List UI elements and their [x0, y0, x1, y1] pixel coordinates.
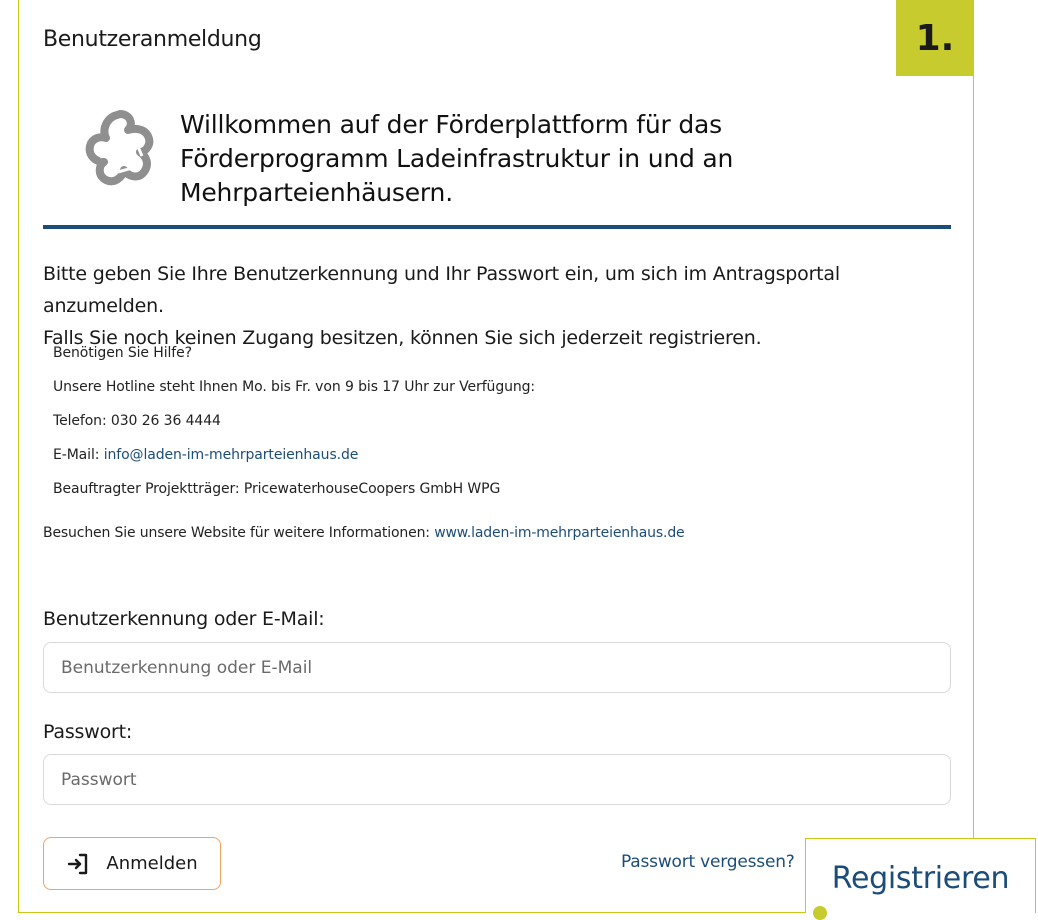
- intro-line-1: Bitte geben Sie Ihre Benutzerkennung und…: [43, 263, 840, 317]
- panel-title: Benutzeranmeldung: [43, 27, 262, 52]
- login-button-label: Anmelden: [106, 853, 198, 874]
- password-label: Passwort:: [43, 721, 133, 743]
- help-section: Benötigen Sie Hilfe? Unsere Hotline steh…: [53, 336, 933, 506]
- hotline-text: Unsere Hotline steht Ihnen Mo. bis Fr. v…: [53, 379, 536, 395]
- login-button[interactable]: Anmelden: [43, 837, 221, 890]
- email-line: E-Mail: info@laden-im-mehrparteienhaus.d…: [53, 438, 933, 472]
- forgot-password-link[interactable]: Passwort vergessen?: [621, 852, 795, 872]
- welcome-line-3: Mehrparteienhäusern.: [180, 178, 453, 207]
- sign-in-icon: [68, 853, 88, 874]
- username-label: Benutzerkennung oder E-Mail:: [43, 608, 325, 630]
- password-input[interactable]: [43, 754, 951, 805]
- register-accent-dot: [813, 906, 827, 920]
- email-prefix: E-Mail:: [53, 447, 104, 463]
- website-link[interactable]: www.laden-im-mehrparteienhaus.de: [434, 525, 684, 541]
- divider: [43, 225, 951, 229]
- email-link[interactable]: info@laden-im-mehrparteienhaus.de: [104, 447, 359, 463]
- website-prefix: Besuchen Sie unsere Website für weitere …: [43, 525, 435, 541]
- help-question: Benötigen Sie Hilfe?: [53, 345, 192, 361]
- sponsor-text: Beauftragter Projektträger: Pricewaterho…: [53, 481, 501, 497]
- username-input[interactable]: [43, 642, 951, 693]
- welcome-line-2: Förderprogramm Ladeinfrastruktur in und …: [180, 144, 734, 173]
- phone-text: Telefon: 030 26 36 4444: [53, 413, 221, 429]
- website-line: Besuchen Sie unsere Website für weitere …: [43, 516, 943, 550]
- welcome-line-1: Willkommen auf der Förderplattform für d…: [180, 110, 722, 139]
- register-tab[interactable]: Registrieren: [805, 838, 1036, 913]
- chain-star-icon: [85, 110, 154, 186]
- step-badge: 1.: [896, 0, 974, 76]
- welcome-heading: Willkommen auf der Förderplattform für d…: [180, 108, 740, 210]
